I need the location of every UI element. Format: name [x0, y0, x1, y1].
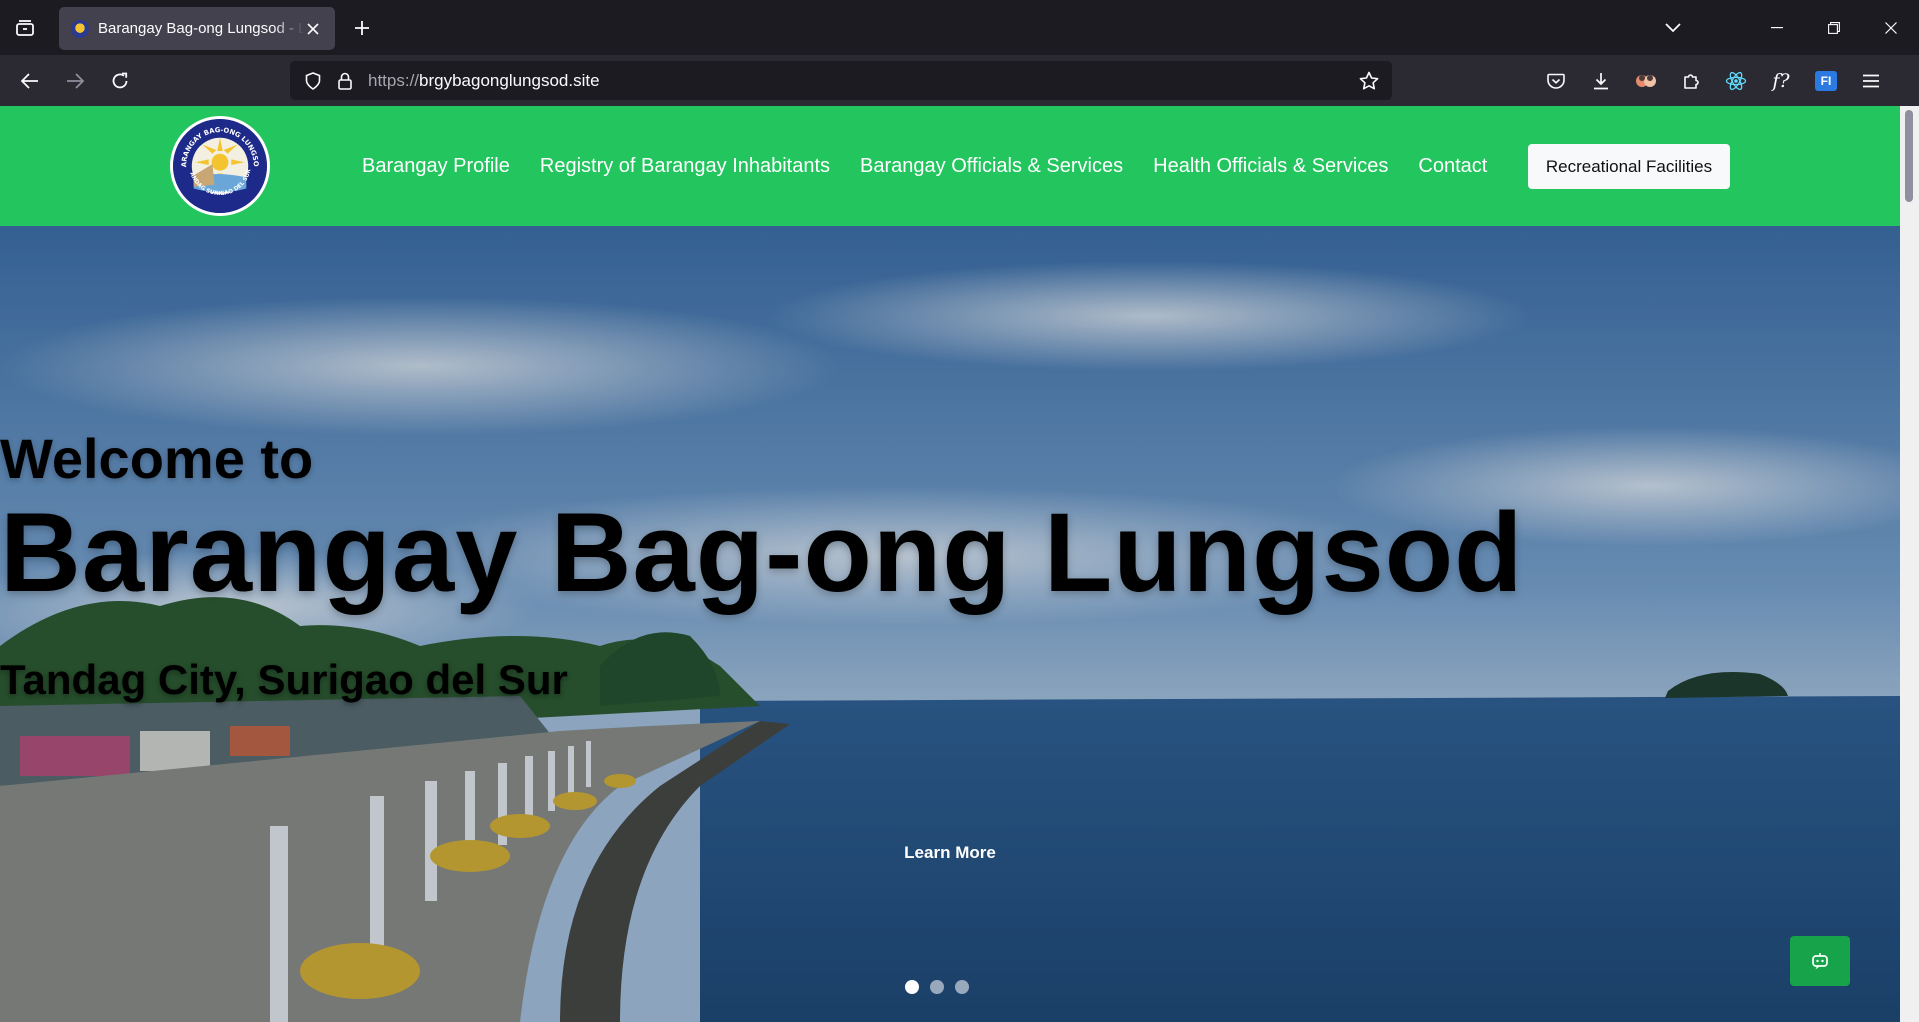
url-host: brgybagonglungsod.site [419, 70, 600, 90]
carousel-indicators [905, 980, 980, 994]
app-menu-icon[interactable] [1853, 63, 1889, 99]
lock-icon[interactable] [330, 66, 360, 96]
hero-carousel: Welcome to Barangay Bag-ong Lungsod Tand… [0, 226, 1900, 1022]
profile-icon[interactable] [1628, 63, 1664, 99]
nav-barangay-profile[interactable]: Barangay Profile [362, 155, 510, 178]
fi-extension-icon[interactable]: FI [1808, 63, 1844, 99]
url-protocol: https:// [368, 70, 420, 90]
new-tab-icon[interactable] [348, 14, 376, 42]
address-bar[interactable]: https://brgybagonglungsod.site [290, 61, 1392, 100]
close-window-icon[interactable] [1862, 0, 1919, 55]
minimize-icon[interactable] [1748, 0, 1805, 55]
carousel-dot-2[interactable] [930, 980, 944, 994]
web-page: BARANGAY BAG-ONG LUNGSOD TANDAG SURIGAO … [0, 106, 1900, 1022]
hero-title: Barangay Bag-ong Lungsod [0, 490, 1524, 615]
url-text[interactable]: https://brgybagonglungsod.site [368, 71, 600, 91]
tracking-protection-shield-icon[interactable] [298, 66, 328, 96]
tab-overview-icon[interactable] [10, 14, 40, 42]
hero-background-image [0, 226, 1900, 1022]
list-all-tabs-icon[interactable] [1658, 14, 1688, 42]
browser-tab-bar: Barangay Bag-ong Lungsod - Lungsod [0, 0, 1919, 55]
nav-registry-inhabitants[interactable]: Registry of Barangay Inhabitants [540, 155, 830, 178]
react-devtools-icon[interactable] [1718, 63, 1754, 99]
site-header: BARANGAY BAG-ONG LUNGSOD TANDAG SURIGAO … [0, 106, 1900, 226]
hero-subtitle: Tandag City, Surigao del Sur [0, 656, 568, 703]
restore-icon[interactable] [1805, 0, 1862, 55]
barangay-seal-logo[interactable]: BARANGAY BAG-ONG LUNGSOD TANDAG SURIGAO … [170, 116, 270, 216]
site-favicon-icon [71, 19, 89, 38]
browser-nav-bar: https://brgybagonglungsod.site f? FI [0, 55, 1919, 106]
pocket-icon[interactable] [1538, 63, 1574, 99]
back-icon[interactable] [14, 65, 46, 97]
nav-health-officials[interactable]: Health Officials & Services [1153, 155, 1388, 178]
learn-more-button[interactable]: Learn More [880, 836, 1020, 870]
tab-title: Barangay Bag-ong Lungsod - Lungsod [98, 20, 304, 37]
extensions-icon[interactable] [1673, 63, 1709, 99]
forward-icon[interactable] [59, 65, 91, 97]
chatbot-button[interactable] [1790, 936, 1850, 986]
close-tab-icon[interactable] [304, 19, 323, 39]
chatbot-icon [1812, 953, 1828, 970]
bookmark-star-icon[interactable] [1354, 66, 1384, 96]
page-scrollbar[interactable] [1900, 106, 1919, 1022]
carousel-dot-1[interactable] [905, 980, 919, 994]
recreational-facilities-button[interactable]: Recreational Facilities [1528, 144, 1730, 189]
browser-tab-active[interactable]: Barangay Bag-ong Lungsod - Lungsod [59, 7, 335, 50]
main-nav: Barangay Profile Registry of Barangay In… [362, 106, 1517, 226]
nav-officials-services[interactable]: Barangay Officials & Services [860, 155, 1123, 178]
nav-contact[interactable]: Contact [1418, 155, 1487, 178]
carousel-dot-3[interactable] [955, 980, 969, 994]
reload-icon[interactable] [104, 65, 136, 97]
font-finder-icon[interactable]: f? [1763, 63, 1799, 99]
scrollbar-thumb[interactable] [1905, 110, 1913, 202]
hero-welcome: Welcome to [0, 427, 314, 490]
download-icon[interactable] [1583, 63, 1619, 99]
